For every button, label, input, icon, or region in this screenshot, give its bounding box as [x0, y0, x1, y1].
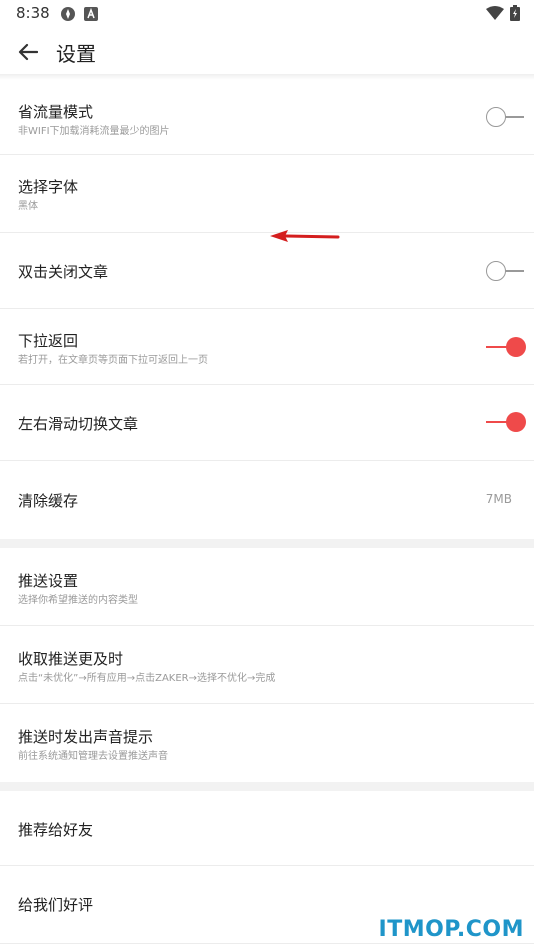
setting-title: 推送时发出声音提示	[18, 728, 154, 746]
setting-title: 推荐给好友	[18, 821, 94, 839]
setting-clear-cache[interactable]: 清除缓存 7MB	[0, 461, 534, 539]
toggle-knob	[486, 261, 506, 281]
status-icons-right	[486, 5, 520, 21]
setting-title: 左右滑动切换文章	[18, 415, 139, 433]
setting-swipe-switch-article[interactable]: 左右滑动切换文章	[0, 385, 534, 461]
setting-push-settings[interactable]: 推送设置 选择你希望推送的内容类型	[0, 548, 534, 626]
setting-title: 选择字体	[18, 178, 79, 196]
setting-subtitle: 非WIFI下加载消耗流量最少的图片	[18, 126, 170, 137]
setting-subtitle: 点击“未优化”→所有应用→点击ZAKER→选择不优化→完成	[18, 673, 276, 684]
setting-timely-push[interactable]: 收取推送更及时 点击“未优化”→所有应用→点击ZAKER→选择不优化→完成	[0, 626, 534, 704]
setting-font[interactable]: 选择字体 黑体	[0, 155, 534, 233]
a-notification-icon	[84, 7, 98, 21]
setting-recommend-friends[interactable]: 推荐给好友	[0, 791, 534, 866]
setting-pull-to-return[interactable]: 下拉返回 若打开，在文章页等页面下拉可返回上一页	[0, 309, 534, 385]
setting-title: 清除缓存	[18, 492, 79, 510]
status-icons-left	[60, 6, 98, 22]
setting-title: 推送设置	[18, 572, 79, 590]
setting-double-tap-close[interactable]: 双击关闭文章	[0, 233, 534, 309]
status-bar: 8:38	[0, 0, 534, 28]
setting-data-saver[interactable]: 省流量模式 非WIFI下加载消耗流量最少的图片	[0, 80, 534, 155]
setting-subtitle: 黑体	[18, 201, 38, 212]
settings-list: 省流量模式 非WIFI下加载消耗流量最少的图片 选择字体 黑体 双击关闭文章 下…	[0, 80, 534, 944]
data-saver-toggle[interactable]	[486, 107, 526, 127]
toggle-knob	[506, 412, 526, 432]
page-title: 设置	[56, 42, 96, 66]
double-tap-close-toggle[interactable]	[486, 261, 526, 281]
setting-title: 给我们好评	[18, 896, 94, 914]
section-divider	[0, 782, 534, 791]
battery-charging-icon	[510, 5, 520, 21]
setting-title: 下拉返回	[18, 332, 79, 350]
swipe-switch-toggle[interactable]	[486, 412, 526, 432]
wifi-icon	[486, 6, 504, 20]
setting-push-sound[interactable]: 推送时发出声音提示 前往系统通知管理去设置推送声音	[0, 704, 534, 782]
section-divider	[0, 539, 534, 548]
setting-title: 收取推送更及时	[18, 650, 124, 668]
setting-title: 省流量模式	[18, 103, 94, 121]
toggle-knob	[506, 337, 526, 357]
status-time: 8:38	[16, 4, 50, 22]
watermark: ITMOP.COM	[378, 917, 524, 942]
toggle-knob	[486, 107, 506, 127]
setting-subtitle: 前往系统通知管理去设置推送声音	[18, 751, 168, 762]
arrow-left-icon	[18, 43, 38, 61]
app-bar: 设置	[0, 28, 534, 74]
annotation-arrow-icon	[270, 230, 340, 242]
setting-subtitle: 若打开，在文章页等页面下拉可返回上一页	[18, 355, 208, 366]
setting-title: 双击关闭文章	[18, 263, 109, 281]
back-button[interactable]	[14, 38, 42, 66]
pull-to-return-toggle[interactable]	[486, 337, 526, 357]
setting-subtitle: 选择你希望推送的内容类型	[18, 595, 138, 606]
app-notification-icon	[61, 7, 75, 21]
cache-size-value: 7MB	[485, 492, 512, 506]
